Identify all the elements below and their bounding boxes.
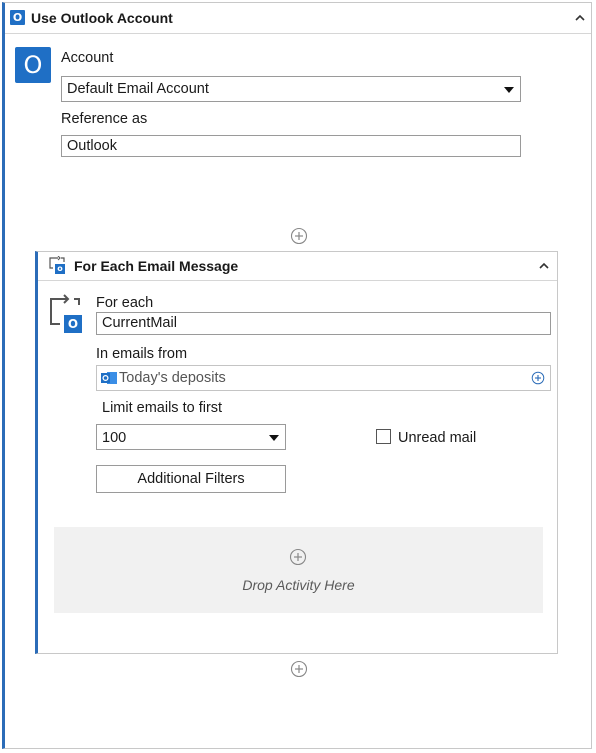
- account-dropdown[interactable]: Default Email Account: [61, 76, 521, 102]
- email-folder-value: Today's deposits: [119, 370, 226, 386]
- add-activity-plus-icon[interactable]: [290, 227, 308, 245]
- for-each-label: For each: [96, 295, 154, 311]
- outlook-icon: O: [10, 10, 25, 25]
- for-each-loop-icon: o: [46, 255, 66, 276]
- drop-activity-text: Drop Activity Here: [242, 577, 355, 593]
- unread-mail-label: Unread mail: [398, 430, 477, 446]
- for-each-variable-input[interactable]: CurrentMail: [96, 312, 551, 335]
- collapse-chevron-icon[interactable]: [537, 259, 551, 273]
- drop-activity-zone[interactable]: Drop Activity Here: [54, 527, 543, 613]
- activity-title: Use Outlook Account: [31, 10, 173, 26]
- activity-outlook-badge-icon: O: [67, 317, 79, 331]
- dropdown-arrow-icon: [504, 87, 514, 93]
- outlook-folder-icon: [101, 372, 117, 384]
- additional-filters-button[interactable]: Additional Filters: [96, 465, 286, 493]
- reference-input[interactable]: Outlook: [61, 135, 521, 157]
- account-label: Account: [61, 50, 114, 66]
- limit-emails-value: 100: [102, 430, 127, 446]
- dropdown-arrow-icon: [269, 435, 279, 441]
- for-each-title: For Each Email Message: [74, 258, 239, 274]
- reference-label: Reference as: [61, 111, 148, 127]
- email-folder-field[interactable]: Today's deposits: [96, 365, 551, 391]
- for-each-activity-icon: O: [46, 294, 86, 334]
- add-activity-bottom-plus-icon[interactable]: [290, 660, 308, 678]
- for-each-email-container: o For Each Email Message O For each Curr…: [35, 251, 558, 654]
- add-folder-plus-icon[interactable]: [531, 371, 545, 385]
- outlook-large-icon: O: [15, 47, 51, 83]
- for-each-email-header[interactable]: o For Each Email Message: [38, 252, 557, 281]
- unread-mail-checkbox[interactable]: [376, 429, 391, 444]
- limit-emails-dropdown[interactable]: 100: [96, 424, 286, 450]
- collapse-chevron-icon[interactable]: [573, 11, 587, 25]
- in-emails-from-label: In emails from: [96, 346, 188, 362]
- use-outlook-account-header[interactable]: O Use Outlook Account: [5, 3, 591, 34]
- drop-zone-plus-icon[interactable]: [289, 548, 307, 566]
- account-dropdown-value: Default Email Account: [67, 81, 209, 97]
- inner-outlook-badge-icon: o: [57, 264, 63, 273]
- limit-emails-label: Limit emails to first: [102, 400, 223, 416]
